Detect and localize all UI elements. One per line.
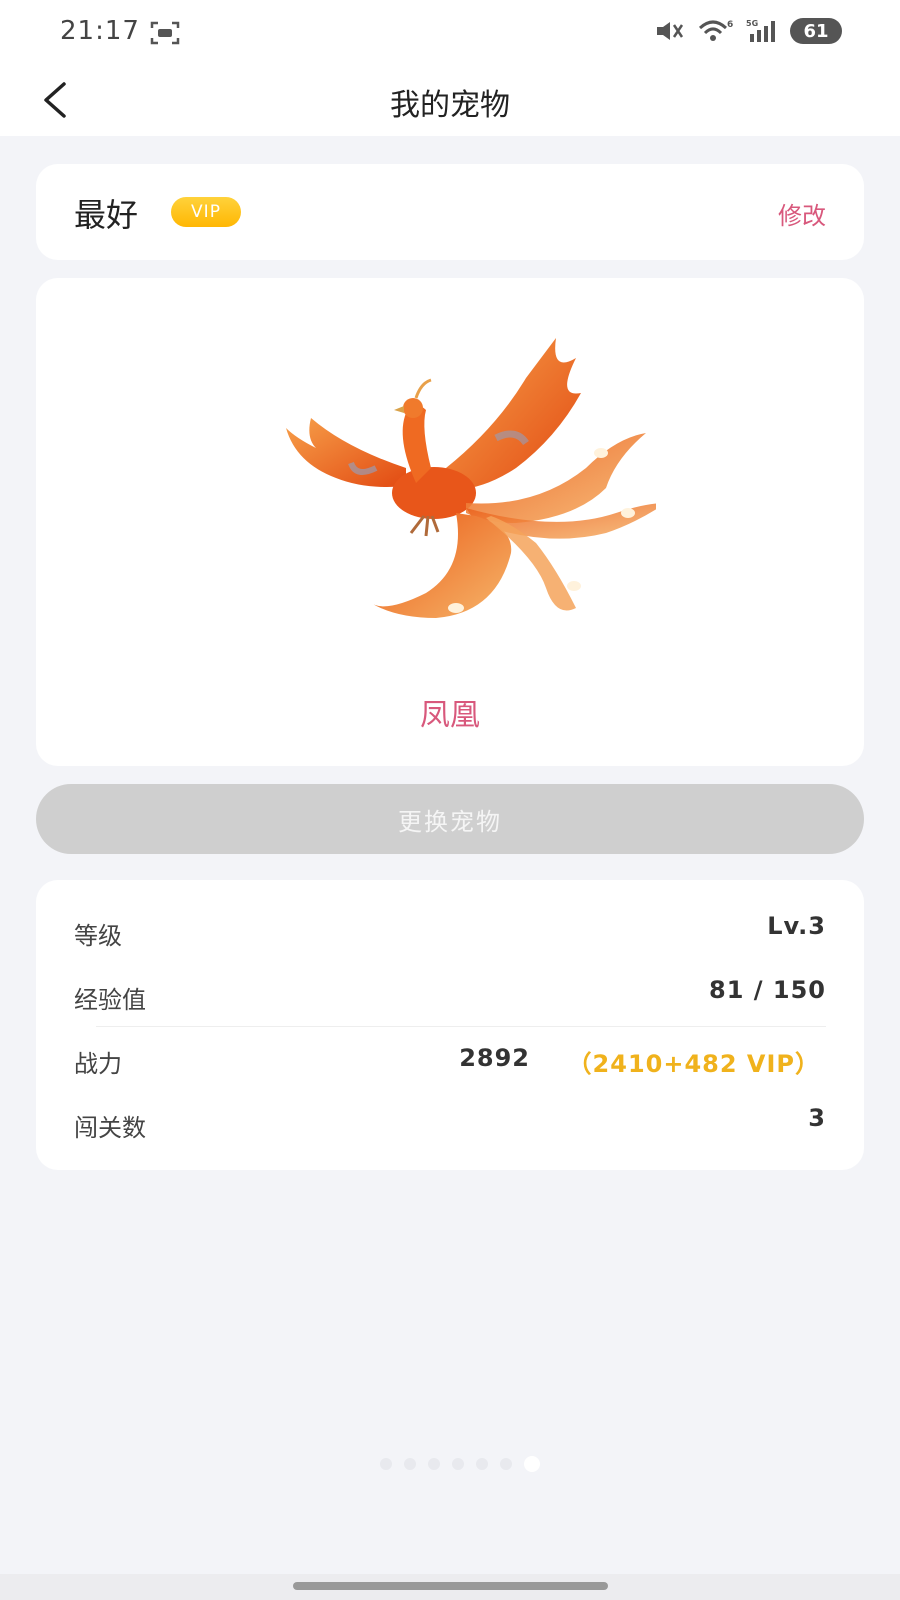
divider (96, 1026, 826, 1027)
page-dot (452, 1458, 464, 1470)
status-bar: 21:17 6 5G 61 (0, 0, 900, 66)
network-small-label: 6 (727, 20, 733, 30)
page-dot (404, 1458, 416, 1470)
page-dot (428, 1458, 440, 1470)
page-dot (500, 1458, 512, 1470)
signal-icon: 5G (746, 19, 775, 42)
stat-row-stages: 闯关数 3 (74, 1104, 826, 1148)
pet-name-card: 最好 VIP 修改 (36, 164, 864, 260)
nav-bar: 我的宠物 (0, 66, 900, 136)
screen-record-icon (150, 21, 180, 45)
page-dot-active (524, 1456, 540, 1472)
phoenix-image (286, 338, 656, 618)
mute-icon (657, 22, 684, 40)
power-value: 2892 (459, 1044, 530, 1072)
pet-name: 最好 (74, 196, 139, 234)
page-dot (476, 1458, 488, 1470)
pet-display-card: 凤凰 (36, 278, 864, 766)
network-type-label: 5G (746, 19, 758, 28)
level-label: 等级 (74, 922, 122, 950)
stat-row-exp: 经验值 81 / 150 (74, 976, 826, 1020)
stages-label: 闯关数 (74, 1114, 146, 1142)
exp-label: 经验值 (74, 986, 146, 1014)
battery-icon: 61 (790, 18, 842, 44)
vip-badge: VIP (171, 197, 241, 227)
stat-row-level: 等级 Lv.3 (74, 912, 826, 956)
edit-name-button[interactable]: 修改 (778, 196, 826, 231)
status-icons: 6 5G 61 (654, 18, 842, 44)
exp-value: 81 / 150 (709, 976, 826, 1004)
stages-value: 3 (808, 1104, 826, 1132)
level-value: Lv.3 (767, 912, 826, 940)
change-pet-button[interactable]: 更换宠物 (36, 784, 864, 854)
page-title: 我的宠物 (390, 88, 510, 123)
power-label: 战力 (74, 1050, 122, 1078)
page-dot (380, 1458, 392, 1470)
wifi-icon: 6 (698, 20, 733, 41)
power-bonus: （2410+482 VIP） (567, 1050, 820, 1078)
home-indicator[interactable] (293, 1582, 608, 1590)
stat-row-power: 战力 2892 （2410+482 VIP） (74, 1044, 826, 1084)
pet-stats-card: 等级 Lv.3 经验值 81 / 150 战力 2892 （2410+482 V… (36, 880, 864, 1170)
status-time: 21:17 (60, 16, 140, 46)
page-dots (380, 1456, 540, 1472)
pet-species: 凤凰 (420, 698, 480, 733)
